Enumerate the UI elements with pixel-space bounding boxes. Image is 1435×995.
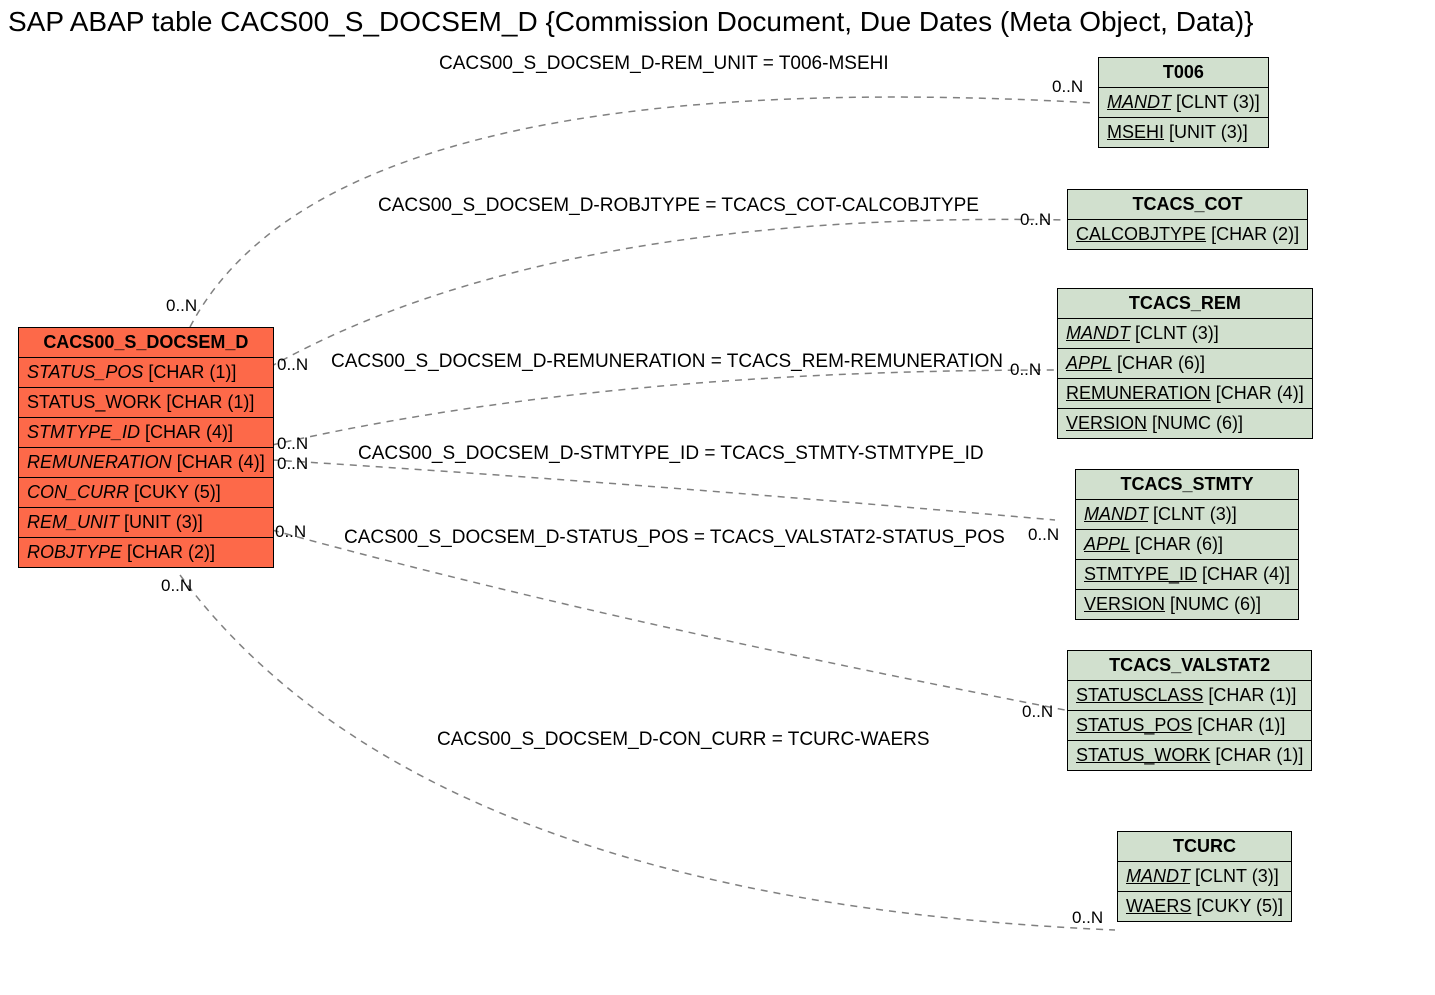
- entity-tcurc: TCURC MANDT [CLNT (3)] WAERS [CUKY (5)]: [1117, 831, 1292, 922]
- cardinality: 0..N: [1022, 702, 1053, 722]
- cardinality: 0..N: [277, 454, 308, 474]
- relation-label: CACS00_S_DOCSEM_D-STATUS_POS = TCACS_VAL…: [344, 527, 1005, 549]
- field: STATUS_WORK [CHAR (1)]: [19, 388, 274, 418]
- entity-header: CACS00_S_DOCSEM_D: [19, 328, 274, 358]
- entity-tcacs-rem: TCACS_REM MANDT [CLNT (3)] APPL [CHAR (6…: [1057, 288, 1313, 439]
- relation-label: CACS00_S_DOCSEM_D-REMUNERATION = TCACS_R…: [331, 351, 1003, 373]
- cardinality: 0..N: [1010, 360, 1041, 380]
- cardinality: 0..N: [1020, 210, 1051, 230]
- cardinality: 0..N: [277, 355, 308, 375]
- entity-tcacs-stmty: TCACS_STMTY MANDT [CLNT (3)] APPL [CHAR …: [1075, 469, 1299, 620]
- field: CON_CURR [CUKY (5)]: [19, 478, 274, 508]
- cardinality: 0..N: [275, 522, 306, 542]
- relation-label: CACS00_S_DOCSEM_D-REM_UNIT = T006-MSEHI: [439, 53, 889, 75]
- field: STATUS_POS [CHAR (1)]: [19, 358, 274, 388]
- entity-t006: T006 MANDT [CLNT (3)] MSEHI [UNIT (3)]: [1098, 57, 1269, 148]
- cardinality: 0..N: [161, 576, 192, 596]
- entity-tcacs-valstat2: TCACS_VALSTAT2 STATUSCLASS [CHAR (1)] ST…: [1067, 650, 1312, 771]
- cardinality: 0..N: [1052, 77, 1083, 97]
- field: ROBJTYPE [CHAR (2)]: [19, 538, 274, 568]
- entity-cacs00-s-docsem-d: CACS00_S_DOCSEM_D STATUS_POS [CHAR (1)] …: [18, 327, 274, 568]
- relation-label: CACS00_S_DOCSEM_D-STMTYPE_ID = TCACS_STM…: [358, 443, 984, 465]
- entity-tcacs-cot: TCACS_COT CALCOBJTYPE [CHAR (2)]: [1067, 189, 1308, 250]
- field: REMUNERATION [CHAR (4)]: [19, 448, 274, 478]
- field: STMTYPE_ID [CHAR (4)]: [19, 418, 274, 448]
- relation-label: CACS00_S_DOCSEM_D-CON_CURR = TCURC-WAERS: [437, 729, 930, 751]
- cardinality: 0..N: [166, 296, 197, 316]
- field: REM_UNIT [UNIT (3)]: [19, 508, 274, 538]
- relation-label: CACS00_S_DOCSEM_D-ROBJTYPE = TCACS_COT-C…: [378, 195, 979, 217]
- cardinality: 0..N: [277, 434, 308, 454]
- cardinality: 0..N: [1028, 525, 1059, 545]
- cardinality: 0..N: [1072, 908, 1103, 928]
